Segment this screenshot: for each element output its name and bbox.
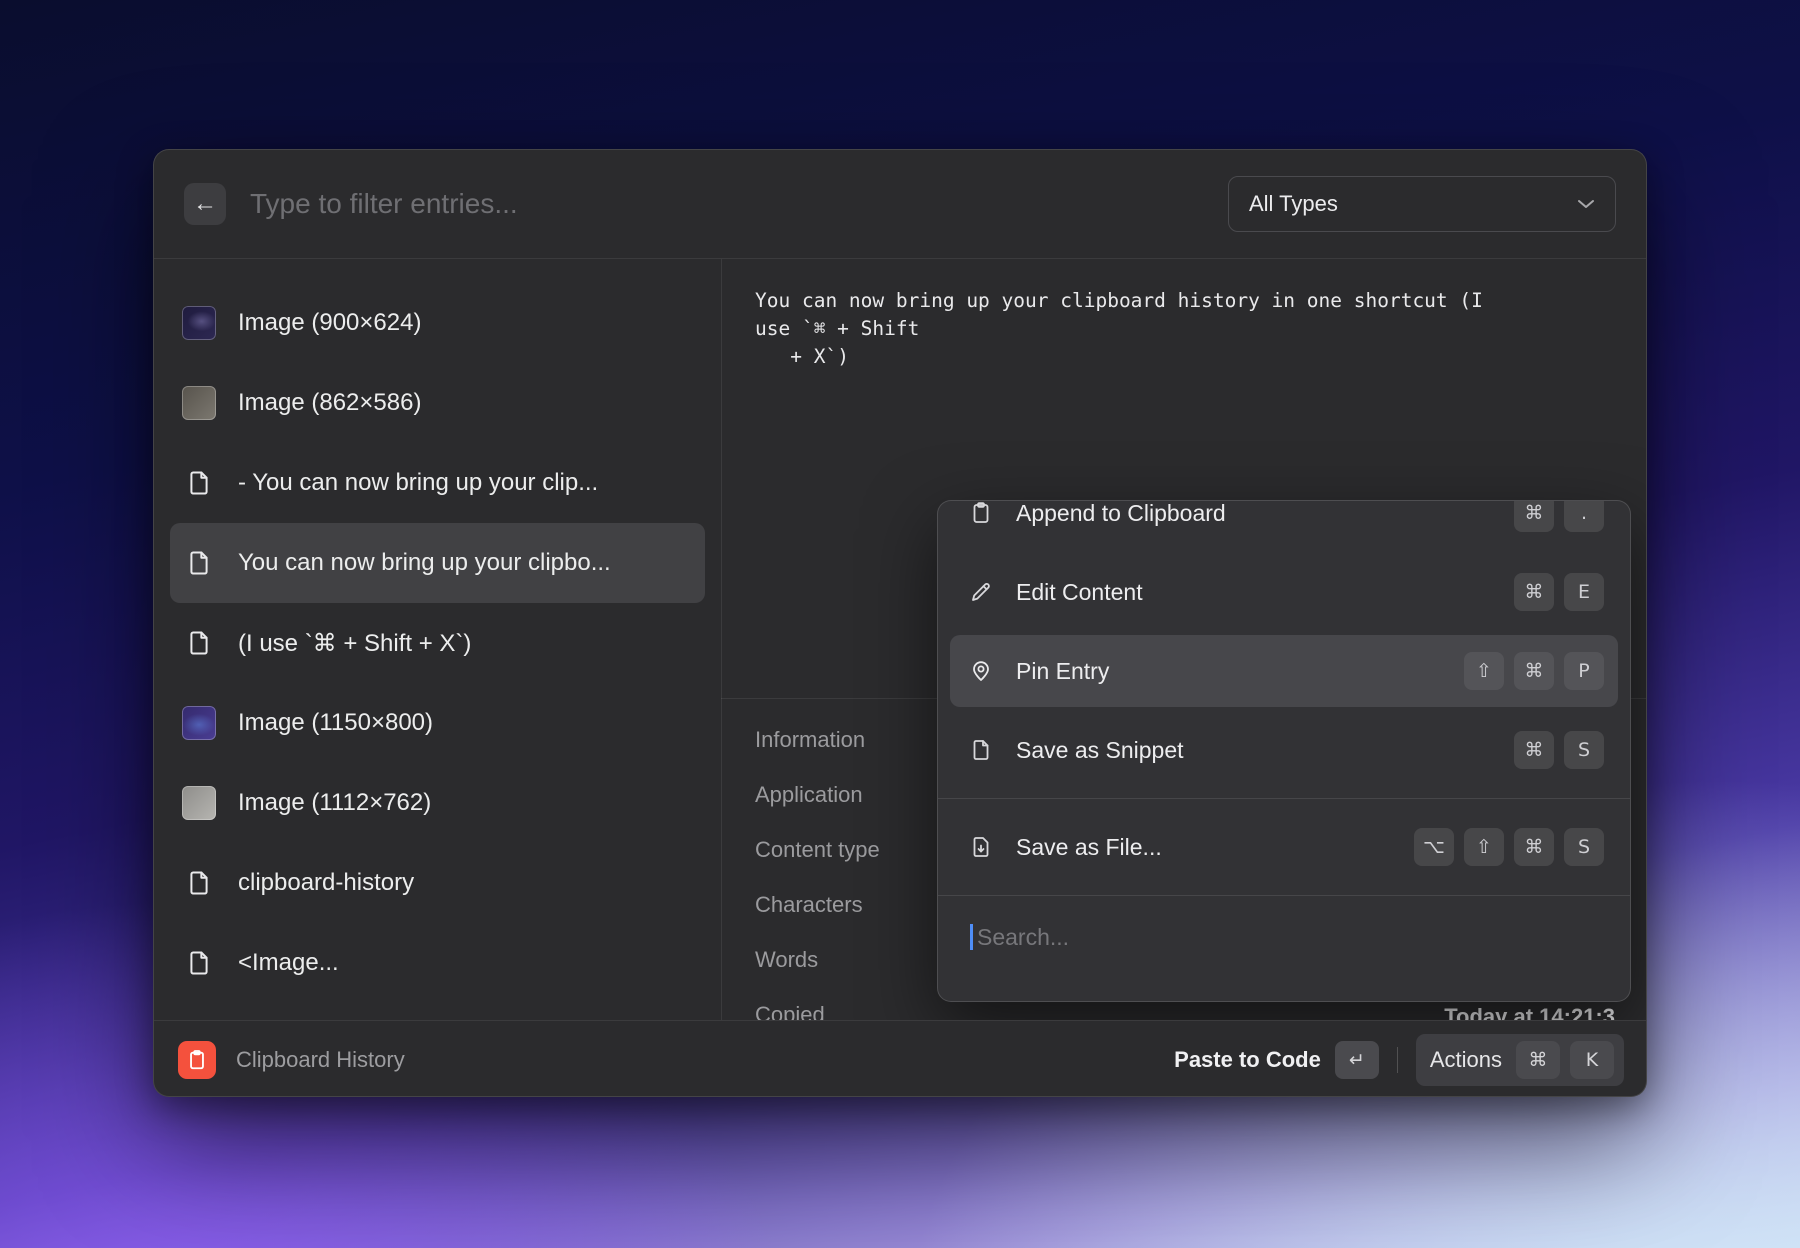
key-k: K bbox=[1570, 1040, 1614, 1079]
key-s: S bbox=[1564, 828, 1604, 866]
file-icon bbox=[968, 737, 994, 763]
list-item[interactable]: - You can now bring up your clip... bbox=[170, 443, 705, 523]
clipboard-icon bbox=[968, 501, 994, 526]
menu-item-pin-entry[interactable]: Pin Entry ⇧ ⌘ P bbox=[950, 635, 1618, 707]
actions-search-input[interactable]: Search... bbox=[938, 908, 1630, 966]
actions-menu-list: Append to Clipboard ⌘ . Edit Content ⌘ E bbox=[938, 501, 1630, 786]
key-option: ⌥ bbox=[1414, 828, 1454, 866]
key-cmd: ⌘ bbox=[1514, 501, 1554, 532]
key-cmd: ⌘ bbox=[1514, 828, 1554, 866]
back-arrow-icon: ← bbox=[193, 190, 217, 217]
menu-item-save-as-file[interactable]: Save as File... ⌥ ⇧ ⌘ S bbox=[950, 811, 1618, 883]
metadata-label-words: Words bbox=[755, 947, 819, 972]
metadata-label-characters: Characters bbox=[755, 892, 863, 917]
footer-separator bbox=[1396, 1046, 1398, 1073]
list-item-label: <Image... bbox=[238, 949, 339, 976]
image-thumbnail bbox=[182, 306, 216, 340]
pencil-icon bbox=[968, 579, 994, 605]
content-area: Image (900×624) Image (862×586) - You ca… bbox=[154, 259, 1646, 1020]
image-thumbnail bbox=[182, 786, 216, 820]
actions-search-placeholder: Search... bbox=[977, 923, 1070, 950]
file-download-icon bbox=[968, 834, 994, 860]
key-cmd: ⌘ bbox=[1514, 731, 1554, 769]
metadata-section-title: Information bbox=[755, 727, 866, 752]
key-cmd: ⌘ bbox=[1516, 1040, 1560, 1079]
menu-item-edit-content[interactable]: Edit Content ⌘ E bbox=[950, 556, 1618, 628]
text-cursor bbox=[970, 924, 973, 950]
list-item-label: (I use `⌘ + Shift + X`) bbox=[238, 629, 472, 657]
copied-timestamp: Today at 14:21:3 bbox=[1444, 1004, 1615, 1020]
list-item-label: Image (862×586) bbox=[238, 389, 422, 416]
clipboard-history-app-icon bbox=[178, 1040, 216, 1079]
list-item[interactable]: Image (862×586) bbox=[170, 363, 705, 443]
list-item[interactable]: clipboard-history bbox=[170, 843, 705, 923]
app-name: Clipboard History bbox=[236, 1046, 405, 1072]
key-s: S bbox=[1564, 731, 1604, 769]
key-cmd: ⌘ bbox=[1514, 573, 1554, 611]
file-icon bbox=[182, 466, 216, 500]
list-item-label: Image (1150×800) bbox=[238, 709, 434, 736]
type-filter-value: All Types bbox=[1249, 191, 1338, 216]
back-button[interactable]: ← bbox=[184, 183, 226, 225]
pin-icon bbox=[968, 658, 994, 684]
entries-list: Image (900×624) Image (862×586) - You ca… bbox=[154, 283, 721, 1003]
header: ← All Types bbox=[154, 150, 1646, 259]
list-item[interactable]: Image (1150×800) bbox=[170, 683, 705, 763]
list-item-label: clipboard-history bbox=[238, 869, 415, 896]
clipboard-preview-text: You can now bring up your clipboard hist… bbox=[755, 289, 1483, 368]
type-filter-dropdown[interactable]: All Types bbox=[1228, 176, 1616, 232]
actions-menu-popup: Append to Clipboard ⌘ . Edit Content ⌘ E bbox=[937, 500, 1631, 1002]
menu-divider bbox=[938, 895, 1630, 896]
key-shift: ⇧ bbox=[1464, 828, 1504, 866]
file-icon bbox=[182, 626, 216, 660]
list-item-label: Image (900×624) bbox=[238, 309, 422, 336]
actions-button[interactable]: Actions ⌘ K bbox=[1415, 1033, 1624, 1086]
list-item[interactable]: <Image... bbox=[170, 923, 705, 1003]
metadata-label-content-type: Content type bbox=[755, 837, 880, 862]
metadata-panel: Information Application Content type Cha… bbox=[755, 712, 880, 1020]
metadata-label-copied: Copied bbox=[755, 1002, 825, 1020]
file-icon bbox=[182, 866, 216, 900]
image-thumbnail bbox=[182, 706, 216, 740]
filter-entries-input[interactable] bbox=[250, 188, 1228, 220]
key-shift: ⇧ bbox=[1464, 652, 1504, 690]
image-thumbnail bbox=[182, 386, 216, 420]
list-item[interactable]: (I use `⌘ + Shift + X`) bbox=[170, 603, 705, 683]
paste-to-code-button[interactable]: Paste to Code bbox=[1174, 1047, 1321, 1073]
clipboard-history-window: ← All Types Image (900×624) Image (862×5… bbox=[153, 149, 1647, 1097]
panel-divider bbox=[721, 259, 722, 1020]
list-item-label: - You can now bring up your clip... bbox=[238, 469, 599, 496]
menu-item-append-to-clipboard[interactable]: Append to Clipboard ⌘ . bbox=[950, 501, 1618, 549]
key-e: E bbox=[1564, 573, 1604, 611]
list-item-selected[interactable]: You can now bring up your clipbo... bbox=[170, 523, 705, 603]
list-item-label: You can now bring up your clipbo... bbox=[238, 549, 611, 576]
chevron-down-icon bbox=[1578, 200, 1594, 208]
file-icon bbox=[182, 946, 216, 980]
key-cmd: ⌘ bbox=[1514, 652, 1554, 690]
metadata-label-application: Application bbox=[755, 782, 863, 807]
key-p: P bbox=[1564, 652, 1604, 690]
menu-divider bbox=[938, 798, 1630, 799]
file-icon bbox=[182, 546, 216, 580]
list-item[interactable]: Image (1112×762) bbox=[170, 763, 705, 843]
menu-item-save-as-snippet[interactable]: Save as Snippet ⌘ S bbox=[950, 714, 1618, 786]
list-item-label: Image (1112×762) bbox=[238, 789, 432, 816]
footer: Clipboard History Paste to Code ↵ Action… bbox=[154, 1020, 1646, 1096]
key-return: ↵ bbox=[1334, 1040, 1379, 1079]
key-period: . bbox=[1564, 501, 1604, 532]
list-item[interactable]: Image (900×624) bbox=[170, 283, 705, 363]
